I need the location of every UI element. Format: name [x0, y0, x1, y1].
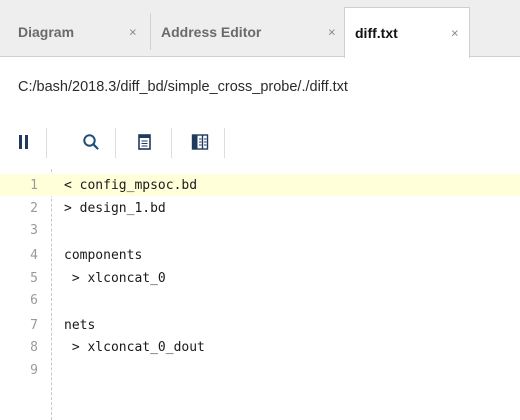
line-text: nets [64, 317, 96, 333]
tab-bar: Diagram × Address Editor × diff.txt × [0, 0, 520, 58]
code-line: 9 [0, 359, 520, 381]
close-icon[interactable]: × [328, 25, 336, 40]
toolbar-divider [115, 128, 116, 158]
file-path-bar: C:/bash/2018.3/diff_bd/simple_cross_prob… [0, 57, 520, 117]
line-text: components [64, 247, 143, 263]
code-line: 5 > xlconcat_0 [0, 267, 520, 289]
columns-icon[interactable] [188, 129, 212, 155]
line-text: > xlconcat_0_dout [64, 339, 205, 355]
line-number: 6 [30, 292, 38, 308]
toolbar [0, 117, 520, 169]
toolbar-divider [46, 128, 47, 158]
line-text: < config_mpsoc.bd [64, 177, 198, 193]
code-line: 7 nets [0, 314, 520, 336]
toolbar-divider [171, 128, 172, 158]
pause-icon[interactable] [12, 129, 36, 155]
tab-diagram[interactable]: Diagram × [0, 7, 150, 57]
code-line: 6 [0, 289, 520, 311]
toolbar-divider [224, 128, 225, 158]
close-icon[interactable]: × [129, 25, 137, 40]
code-line: 8 > xlconcat_0_dout [0, 336, 520, 358]
code-line: 2 > design_1.bd [0, 197, 520, 219]
line-number: 1 [30, 177, 38, 193]
line-text: > design_1.bd [64, 200, 166, 216]
tab-address-editor[interactable]: Address Editor × [151, 7, 344, 57]
line-number: 9 [30, 362, 38, 378]
tab-diff-txt[interactable]: diff.txt × [344, 7, 470, 58]
copy-icon[interactable] [133, 129, 157, 155]
line-text: > xlconcat_0 [64, 270, 166, 286]
line-number: 8 [30, 339, 38, 355]
line-number: 5 [30, 270, 38, 286]
text-editor[interactable]: 1 < config_mpsoc.bd 2 > design_1.bd 3 4 … [0, 169, 520, 420]
close-icon[interactable]: × [451, 26, 459, 41]
search-icon[interactable] [79, 129, 103, 155]
tab-label: diff.txt [355, 25, 398, 41]
code-line: 3 [0, 219, 520, 241]
line-number: 7 [30, 317, 38, 333]
tab-label: Diagram [18, 24, 75, 40]
file-path: C:/bash/2018.3/diff_bd/simple_cross_prob… [18, 79, 348, 95]
line-number: 2 [30, 200, 38, 216]
code-line: 1 < config_mpsoc.bd [0, 174, 520, 196]
code-line: 4 components [0, 244, 520, 266]
tab-label: Address Editor [161, 24, 262, 40]
line-number: 4 [30, 247, 38, 263]
line-number: 3 [30, 222, 38, 238]
